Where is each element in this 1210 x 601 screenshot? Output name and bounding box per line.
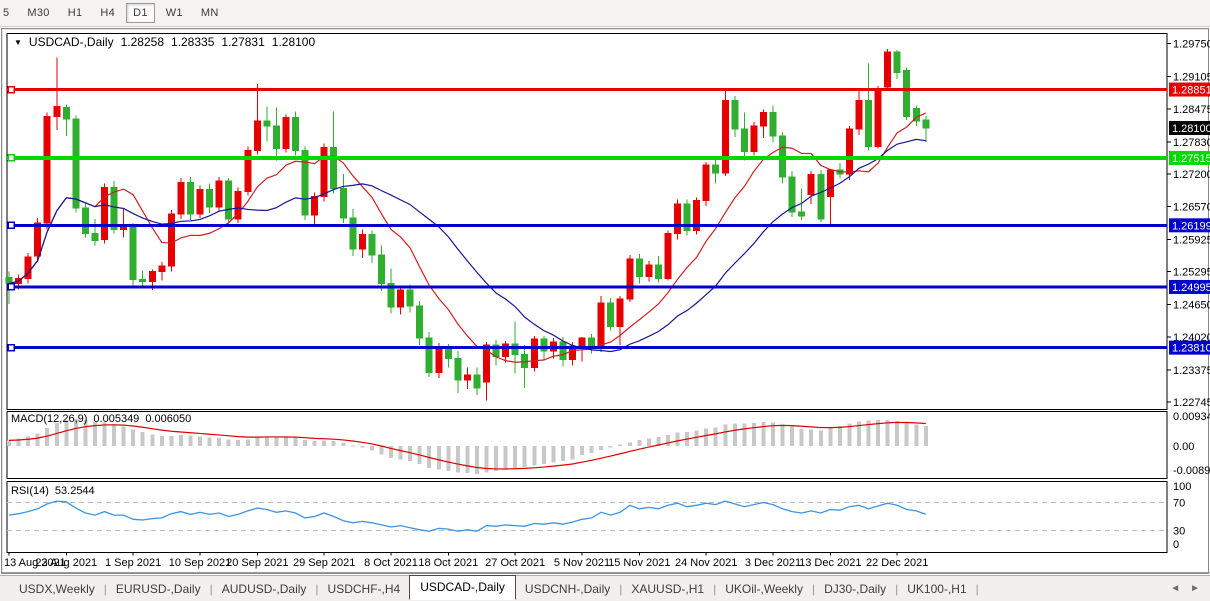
symbol-tab-bar: USDX,Weekly| EURUSD-,Daily| AUDUSD-,Dail…: [0, 575, 1210, 601]
svg-text:5 Nov 2021: 5 Nov 2021: [554, 557, 610, 569]
svg-text:1.26570: 1.26570: [1173, 201, 1210, 213]
svg-text:1.28100: 1.28100: [1172, 123, 1210, 135]
macd-name: MACD(12,26,9): [11, 413, 87, 425]
svg-text:1.29105: 1.29105: [1173, 72, 1210, 84]
svg-text:30: 30: [1173, 526, 1185, 538]
tab-ukoil-weekly[interactable]: UKOil-,Weekly: [716, 579, 812, 599]
svg-text:1.26199: 1.26199: [1172, 220, 1210, 232]
macd-value-main: 0.005349: [93, 413, 139, 425]
svg-text:0.00: 0.00: [1173, 441, 1194, 453]
tab-scroll-left-icon[interactable]: ◄: [1170, 583, 1180, 594]
svg-text:13 Dec 2021: 13 Dec 2021: [799, 557, 861, 569]
svg-text:1.27830: 1.27830: [1173, 137, 1210, 149]
timeframe-button-h4[interactable]: H4: [93, 3, 122, 23]
timeframe-button-h1[interactable]: H1: [61, 3, 90, 23]
timeframe-button-d1[interactable]: D1: [126, 3, 155, 23]
svg-text:100: 100: [1173, 481, 1191, 493]
chevron-down-icon[interactable]: ▼: [14, 38, 22, 47]
timeframe-button-m30[interactable]: M30: [20, 3, 56, 23]
price-chart-svg[interactable]: 1.29750 1.29105 1.28475 1.27830 1.27200 1.265…: [2, 29, 1210, 573]
ohlc-low: 1.27831: [221, 35, 264, 49]
svg-text:10 Sep 2021: 10 Sep 2021: [169, 557, 231, 569]
svg-text:1.22745: 1.22745: [1173, 397, 1210, 409]
macd-value-signal: 0.006050: [145, 413, 191, 425]
macd-indicator-label: MACD(12,26,9) 0.005349 0.006050: [11, 413, 191, 425]
svg-text:29 Sep 2021: 29 Sep 2021: [293, 557, 355, 569]
timeframe-toolbar: 5 M30 H1 H4 D1 W1 MN: [0, 0, 1210, 27]
chart-window: ▼ USDCAD-,Daily 1.28258 1.28335 1.27831 …: [1, 28, 1209, 574]
rsi-value: 53.2544: [55, 485, 95, 497]
tab-usdchf-h4[interactable]: USDCHF-,H4: [319, 579, 410, 599]
svg-text:1.27200: 1.27200: [1173, 169, 1210, 181]
tab-dj30-daily[interactable]: DJ30-,Daily: [815, 579, 895, 599]
tab-scroll-right-icon[interactable]: ►: [1190, 583, 1200, 594]
svg-text:1.25295: 1.25295: [1173, 267, 1210, 279]
svg-text:-0.008902: -0.008902: [1173, 465, 1210, 477]
tab-uk100-h1[interactable]: UK100-,H1: [898, 579, 975, 599]
svg-text:0.009345: 0.009345: [1173, 411, 1210, 423]
svg-text:0: 0: [1173, 539, 1179, 551]
svg-text:1.23810: 1.23810: [1172, 343, 1210, 355]
svg-text:1 Sep 2021: 1 Sep 2021: [105, 557, 161, 569]
svg-text:1.28851: 1.28851: [1172, 85, 1210, 97]
svg-text:20 Sep 2021: 20 Sep 2021: [226, 557, 288, 569]
svg-text:1.25925: 1.25925: [1173, 234, 1210, 246]
tab-audusd-daily[interactable]: AUDUSD-,Daily: [213, 579, 316, 599]
svg-text:24 Nov 2021: 24 Nov 2021: [675, 557, 737, 569]
svg-text:1.23375: 1.23375: [1173, 365, 1210, 377]
tab-usdcnh-daily[interactable]: USDCNH-,Daily: [516, 579, 619, 599]
svg-text:22 Dec 2021: 22 Dec 2021: [866, 557, 928, 569]
tab-eurusd-daily[interactable]: EURUSD-,Daily: [107, 579, 210, 599]
timeframe-button-w1[interactable]: W1: [159, 3, 190, 23]
svg-text:27 Oct 2021: 27 Oct 2021: [485, 557, 545, 569]
tab-usdcad-daily[interactable]: USDCAD-,Daily: [409, 575, 516, 600]
ohlc-open: 1.28258: [121, 35, 164, 49]
rsi-indicator-label: RSI(14) 53.2544: [11, 485, 95, 497]
svg-text:3 Dec 2021: 3 Dec 2021: [745, 557, 801, 569]
chart-symbol-label: USDCAD-,Daily: [29, 35, 114, 49]
chart-title: ▼ USDCAD-,Daily 1.28258 1.28335 1.27831 …: [14, 35, 315, 49]
svg-text:23 Aug 2021: 23 Aug 2021: [35, 557, 97, 569]
tab-separator: |: [976, 582, 979, 596]
svg-text:1.24995: 1.24995: [1172, 282, 1210, 294]
ohlc-close: 1.28100: [272, 35, 315, 49]
ohlc-high: 1.28335: [171, 35, 214, 49]
tab-xauusd-h1[interactable]: XAUUSD-,H1: [622, 579, 713, 599]
svg-text:1.27515: 1.27515: [1172, 153, 1210, 165]
svg-text:1.24650: 1.24650: [1173, 300, 1210, 312]
rsi-name: RSI(14): [11, 485, 49, 497]
svg-text:8 Oct 2021: 8 Oct 2021: [364, 557, 418, 569]
svg-text:70: 70: [1173, 498, 1185, 510]
tab-scroll-arrows: ◄ ►: [1170, 583, 1200, 594]
svg-text:1.28475: 1.28475: [1173, 104, 1210, 116]
svg-text:15 Nov 2021: 15 Nov 2021: [608, 557, 670, 569]
svg-text:18 Oct 2021: 18 Oct 2021: [418, 557, 478, 569]
timeframe-button-m5[interactable]: 5: [0, 3, 16, 23]
svg-text:1.29750: 1.29750: [1173, 39, 1210, 51]
tab-usdx-weekly[interactable]: USDX,Weekly: [10, 579, 104, 599]
timeframe-button-mn[interactable]: MN: [194, 3, 226, 23]
